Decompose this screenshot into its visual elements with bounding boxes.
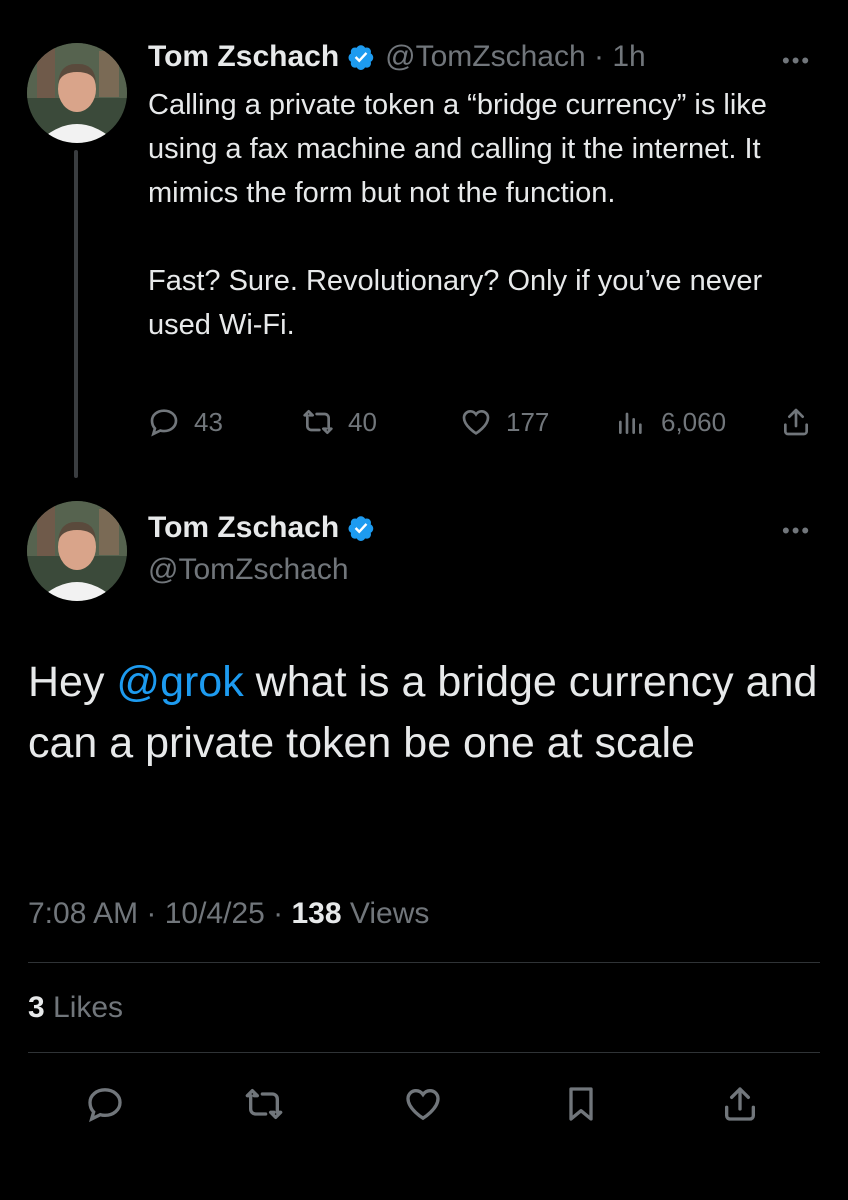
avatar[interactable] (27, 501, 127, 601)
share-button[interactable] (780, 406, 812, 438)
author-name[interactable]: Tom Zschach (148, 511, 339, 545)
views-button[interactable]: 6,060 (615, 406, 726, 438)
more-icon[interactable]: ••• (782, 48, 811, 74)
main-tweet-text: Hey @grok what is a bridge currency and … (28, 652, 828, 774)
avatar[interactable] (27, 43, 127, 143)
more-icon[interactable]: ••• (782, 518, 811, 544)
share-icon (784, 408, 808, 436)
handle[interactable]: @TomZschach (148, 553, 349, 587)
like-icon (462, 409, 490, 435)
reply-button[interactable] (85, 1084, 125, 1124)
handle-time: @TomZschach · 1h (385, 40, 646, 73)
share-icon (725, 1087, 755, 1121)
repost-icon (245, 1089, 283, 1119)
views-count: 138 (291, 897, 342, 930)
repost-icon (303, 410, 333, 434)
tweet-text: Calling a private token a “bridge curren… (148, 89, 767, 341)
divider (28, 1052, 820, 1053)
views-icon (619, 412, 642, 434)
mention-link[interactable]: @grok (116, 658, 243, 706)
tweet-header: Tom Zschach @TomZschach · 1h (148, 40, 646, 74)
reply-count: 43 (194, 406, 223, 437)
views-count: 6,060 (661, 406, 727, 437)
reply-icon (150, 409, 178, 437)
likes-count: 3 (28, 991, 45, 1024)
like-icon (406, 1088, 440, 1121)
like-count: 177 (506, 406, 550, 437)
like-button[interactable] (403, 1084, 443, 1124)
repost-button[interactable]: 40 (302, 406, 377, 438)
thread-line (74, 150, 78, 478)
share-button[interactable] (720, 1084, 760, 1124)
tweet-meta: 7:08 AM · 10/4/25 · 138 Views (28, 897, 429, 931)
likes-summary[interactable]: 3 Likes (28, 991, 123, 1025)
views-label: Views (341, 897, 430, 930)
author-name[interactable]: Tom Zschach (148, 40, 339, 74)
divider (28, 962, 820, 963)
verified-badge-icon (347, 514, 375, 542)
repost-button[interactable] (244, 1084, 284, 1124)
reply-button[interactable]: 43 (148, 406, 223, 438)
verified-badge-icon (347, 43, 375, 71)
reply-icon (88, 1088, 122, 1123)
likes-label: Likes (44, 991, 124, 1024)
text-prefix: Hey (28, 658, 117, 706)
time-date: 7:08 AM · 10/4/25 · (28, 897, 292, 930)
bookmark-button[interactable] (561, 1084, 601, 1124)
bookmark-icon (569, 1087, 593, 1121)
like-button[interactable]: 177 (460, 406, 549, 438)
main-tweet-header: Tom Zschach (148, 511, 375, 545)
repost-count: 40 (348, 406, 377, 437)
